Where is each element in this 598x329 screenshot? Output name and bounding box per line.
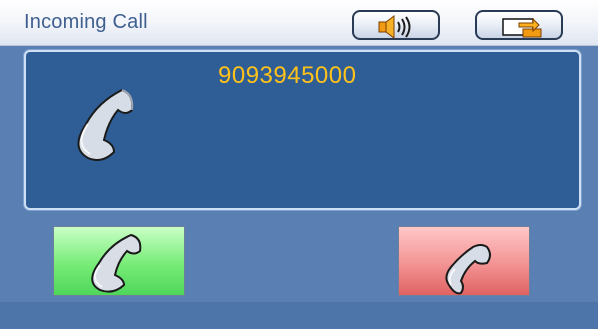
window-title: Incoming Call <box>24 11 148 33</box>
reject-button[interactable] <box>398 226 530 296</box>
bottom-strip <box>0 302 598 329</box>
answer-button[interactable] <box>53 226 185 296</box>
handset-hangup-icon <box>445 244 491 295</box>
switch-button[interactable] <box>475 10 563 40</box>
transfer-arrow-icon <box>502 17 542 38</box>
speaker-button[interactable] <box>352 10 440 40</box>
caller-panel: 9093945000 <box>24 50 581 210</box>
title-bar: Incoming Call <box>0 0 598 46</box>
handset-answer-icon <box>91 233 142 293</box>
handset-icon <box>77 88 134 161</box>
speaker-icon <box>378 15 411 39</box>
caller-number: 9093945000 <box>218 62 357 89</box>
